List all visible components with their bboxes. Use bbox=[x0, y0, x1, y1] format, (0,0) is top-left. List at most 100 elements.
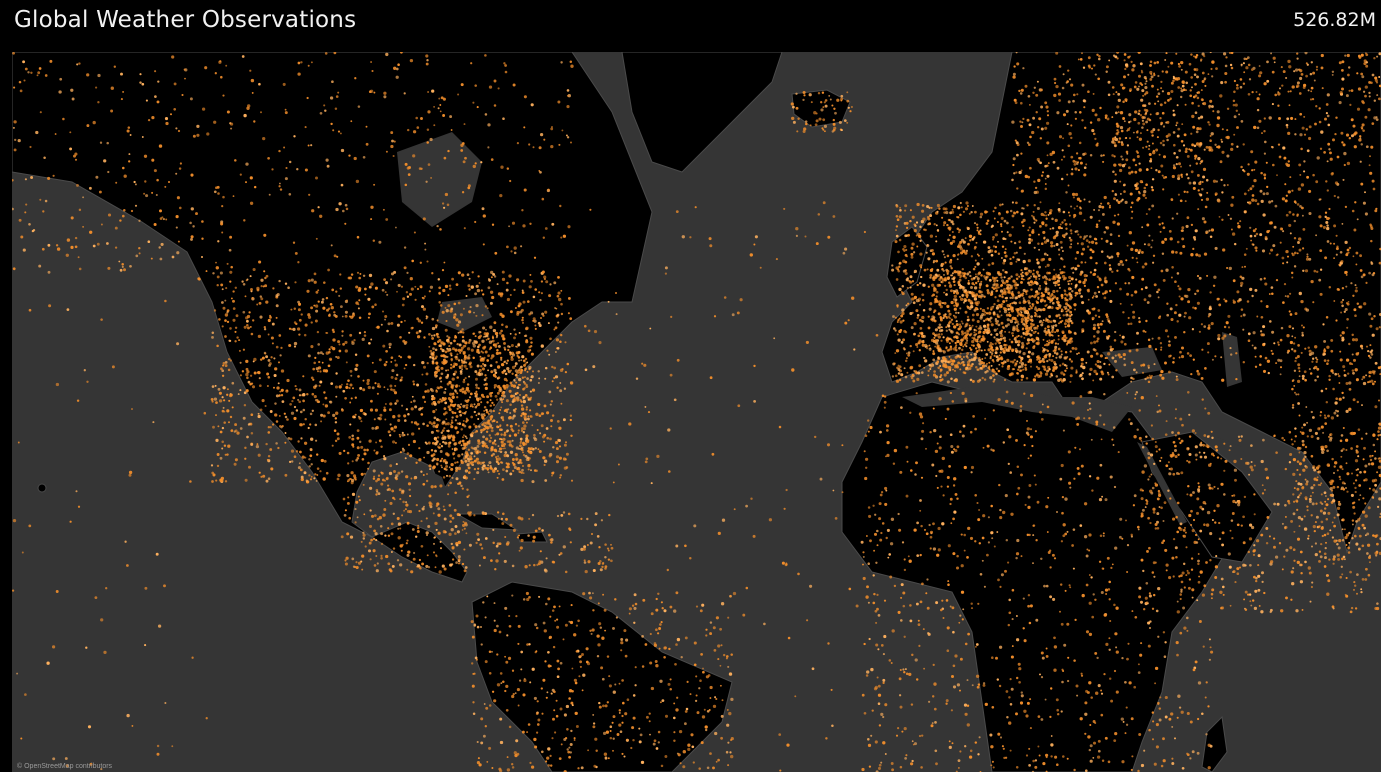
station-dot bbox=[1020, 269, 1023, 272]
station-dot bbox=[287, 286, 290, 289]
station-dot bbox=[218, 399, 223, 403]
station-dot bbox=[471, 271, 474, 274]
station-dot bbox=[442, 420, 446, 424]
station-dot bbox=[455, 355, 458, 358]
station-dot bbox=[589, 596, 593, 600]
station-dot bbox=[992, 210, 995, 213]
station-dot bbox=[397, 414, 401, 418]
station-dot bbox=[456, 432, 459, 435]
station-dot bbox=[975, 365, 978, 369]
station-dot bbox=[531, 480, 535, 484]
station-dot bbox=[970, 255, 974, 258]
station-dot bbox=[935, 259, 939, 263]
station-dot bbox=[373, 183, 376, 186]
station-dot bbox=[919, 225, 922, 229]
station-dot bbox=[564, 623, 568, 627]
station-dot bbox=[17, 138, 21, 143]
station-dot bbox=[902, 347, 906, 350]
station-dot bbox=[115, 181, 118, 184]
station-dot bbox=[275, 394, 279, 398]
station-dot bbox=[1002, 261, 1006, 265]
station-dot bbox=[1011, 225, 1014, 229]
station-dot bbox=[429, 355, 432, 359]
station-dot bbox=[355, 179, 360, 184]
station-dot bbox=[349, 383, 353, 387]
station-dot bbox=[392, 415, 396, 419]
station-dot bbox=[338, 349, 342, 353]
map-canvas[interactable] bbox=[12, 52, 1381, 772]
station-dot bbox=[905, 221, 909, 225]
station-dot bbox=[419, 261, 422, 264]
station-dot bbox=[955, 323, 959, 327]
station-dot bbox=[461, 273, 465, 277]
station-dot bbox=[406, 128, 410, 132]
station-dot bbox=[729, 595, 732, 597]
station-dot bbox=[504, 535, 507, 539]
station-dot bbox=[1054, 331, 1057, 334]
station-dot bbox=[936, 229, 939, 232]
station-dot bbox=[247, 104, 251, 108]
station-dot bbox=[485, 376, 488, 380]
station-dot bbox=[909, 344, 912, 348]
station-dot bbox=[519, 444, 522, 448]
station-dot bbox=[1068, 358, 1072, 361]
station-dot bbox=[474, 370, 478, 374]
station-dot bbox=[924, 359, 928, 363]
station-dot bbox=[340, 383, 343, 386]
station-dot bbox=[481, 207, 485, 211]
station-dot bbox=[452, 365, 456, 368]
station-dot bbox=[554, 619, 557, 622]
station-dot bbox=[559, 382, 562, 384]
station-dot bbox=[663, 609, 667, 613]
station-dot bbox=[1102, 329, 1106, 333]
station-dot bbox=[696, 711, 700, 715]
station-dot bbox=[484, 382, 488, 386]
station-dot bbox=[1079, 206, 1082, 209]
station-dot bbox=[469, 392, 473, 396]
station-dot bbox=[1059, 223, 1062, 226]
station-dot bbox=[344, 559, 347, 562]
station-dot bbox=[405, 291, 409, 294]
station-dot bbox=[952, 280, 956, 283]
station-dot bbox=[356, 235, 360, 239]
station-dot bbox=[477, 467, 480, 470]
station-dot bbox=[979, 233, 982, 236]
station-dot bbox=[263, 233, 267, 237]
station-dot bbox=[345, 361, 348, 364]
station-dot bbox=[443, 467, 447, 471]
station-dot bbox=[1001, 230, 1003, 233]
station-dot bbox=[1100, 237, 1103, 240]
station-dot bbox=[1061, 274, 1066, 279]
station-dot bbox=[324, 109, 327, 112]
station-dot bbox=[1035, 290, 1039, 293]
station-dot bbox=[467, 457, 470, 461]
station-dot bbox=[626, 738, 629, 741]
station-dot bbox=[114, 246, 118, 249]
station-dot bbox=[895, 229, 897, 232]
station-dot bbox=[154, 95, 157, 98]
station-dot bbox=[361, 568, 364, 571]
station-dot bbox=[392, 547, 396, 550]
station-dot bbox=[307, 64, 310, 67]
station-dot bbox=[372, 537, 376, 541]
station-dot bbox=[399, 451, 402, 454]
station-dot bbox=[437, 400, 441, 404]
station-dot bbox=[221, 301, 224, 304]
station-dot bbox=[1106, 336, 1110, 340]
station-dot bbox=[538, 414, 542, 418]
station-dot bbox=[900, 341, 904, 344]
station-dot bbox=[556, 346, 560, 350]
station-dot bbox=[275, 345, 279, 349]
station-dot bbox=[461, 439, 465, 443]
station-dot bbox=[1030, 288, 1033, 291]
station-dot bbox=[562, 638, 565, 641]
station-dot bbox=[633, 621, 636, 624]
world-map[interactable]: © OpenStreetMap contributors bbox=[12, 52, 1381, 772]
station-dot bbox=[244, 457, 247, 460]
station-dot bbox=[391, 369, 395, 373]
station-dot bbox=[730, 697, 734, 702]
station-dot bbox=[434, 449, 437, 453]
station-dot bbox=[215, 438, 219, 443]
station-dot bbox=[465, 403, 469, 407]
station-dot bbox=[345, 385, 349, 389]
